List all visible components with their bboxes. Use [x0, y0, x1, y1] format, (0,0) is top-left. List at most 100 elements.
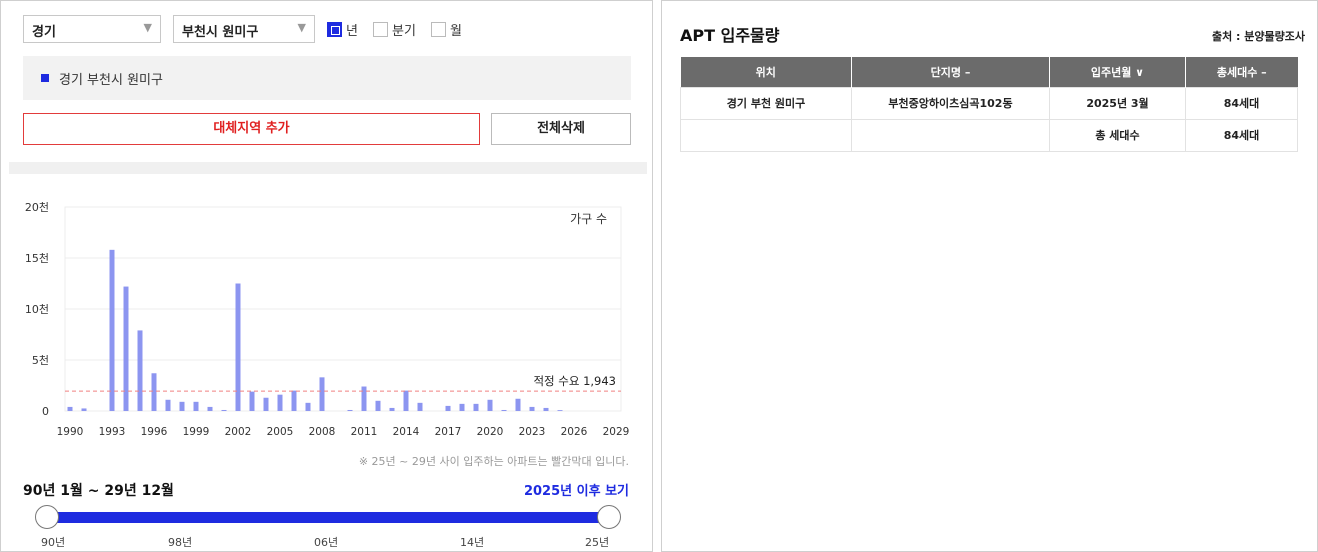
- chart-bar: [459, 403, 465, 411]
- section-divider: [9, 162, 647, 174]
- chart-bar: [375, 400, 381, 411]
- y-tick-label: 20천: [25, 200, 49, 214]
- chart-bar: [473, 403, 479, 411]
- x-tick-label: 2026: [561, 426, 588, 438]
- table-cell: 84세대: [1185, 86, 1298, 120]
- city-select-value: 부천시 원미구: [182, 25, 259, 40]
- chart-bar: [179, 401, 185, 411]
- chevron-down-icon: ▼: [143, 21, 152, 34]
- slider-start-handle[interactable]: [35, 505, 59, 529]
- table-cell: 경기 부천 원미구: [680, 86, 852, 120]
- chart-bar: [137, 330, 143, 411]
- city-select[interactable]: 부천시 원미구 ▼: [173, 15, 315, 43]
- chart-bar: [319, 377, 325, 411]
- chart-bar: [487, 399, 493, 411]
- table-cell: [851, 118, 1050, 152]
- table-cell: 총 세대수: [1049, 118, 1186, 152]
- checkbox-icon: [431, 22, 446, 37]
- x-tick-label: 2008: [309, 426, 336, 438]
- x-tick-label: 2002: [225, 426, 252, 438]
- period-year-label: 년: [346, 24, 358, 39]
- chart-bar: [123, 286, 129, 411]
- period-quarter-label: 분기: [392, 24, 416, 39]
- y-tick-label: 5천: [32, 353, 49, 367]
- app-root: 경기 ▼ 부천시 원미구 ▼ 년 분기 월 경기 부천시 원미구 대체지역 추가…: [0, 0, 1318, 552]
- x-tick-label: 1993: [99, 426, 126, 438]
- chart-bar: [193, 401, 199, 411]
- table-row: 경기 부천 원미구 부천중앙하이츠심곡102동 2025년 3월 84세대: [680, 86, 1298, 120]
- chart-bar: [389, 407, 395, 411]
- table-cell: 2025년 3월: [1049, 86, 1186, 120]
- right-panel: APT 입주물량 출처 : 분양물량조사 위치 단지명 – 입주년월 ∨ 총세대…: [661, 0, 1318, 552]
- add-region-button[interactable]: 대체지역 추가: [23, 113, 480, 145]
- chart-bar: [263, 397, 269, 411]
- x-tick-label: 2029: [603, 426, 630, 438]
- x-tick-label: 1996: [141, 426, 168, 438]
- province-select[interactable]: 경기 ▼: [23, 15, 161, 43]
- chart-bar: [417, 402, 423, 411]
- series-label: 가구 수: [570, 212, 607, 226]
- panel-title: APT 입주물량: [680, 26, 780, 45]
- chart-bar: [291, 390, 297, 411]
- chevron-down-icon: ▼: [297, 21, 306, 34]
- y-tick-label: 15천: [25, 251, 49, 265]
- slider-label: 14년: [460, 536, 485, 549]
- source-label: 출처 : 분양물량조사: [1211, 30, 1305, 43]
- x-tick-label: 1999: [183, 426, 210, 438]
- period-month-label: 월: [450, 24, 462, 39]
- x-tick-label: 2017: [435, 426, 462, 438]
- chart-bar: [109, 249, 115, 411]
- chart-bar: [557, 410, 563, 411]
- period-year-checkbox[interactable]: 년: [327, 20, 358, 39]
- selected-region-box: 경기 부천시 원미구: [23, 56, 631, 100]
- table-cell: 부천중앙하이츠심곡102동: [851, 86, 1050, 120]
- column-header-units[interactable]: 총세대수 –: [1185, 57, 1298, 87]
- x-tick-label: 1990: [57, 426, 84, 438]
- chart-bar: [529, 406, 535, 411]
- chart-bar: [235, 283, 241, 411]
- checkbox-icon: [373, 22, 388, 37]
- reference-line-label: 적정 수요 1,943: [533, 374, 616, 388]
- x-tick-label: 2014: [393, 426, 420, 438]
- selected-region-label: 경기 부천시 원미구: [59, 73, 163, 88]
- chart-bar: [543, 407, 549, 411]
- left-panel: 경기 ▼ 부천시 원미구 ▼ 년 분기 월 경기 부천시 원미구 대체지역 추가…: [0, 0, 653, 552]
- column-header-location[interactable]: 위치: [680, 57, 852, 87]
- chart-bar: [67, 406, 73, 411]
- slider-end-handle[interactable]: [597, 505, 621, 529]
- apt-supply-table: 위치 단지명 – 입주년월 ∨ 총세대수 – 경기 부천 원미구 부천중앙하이츠…: [680, 57, 1298, 152]
- slider-label: 90년: [41, 536, 66, 549]
- table-cell: 84세대: [1185, 118, 1298, 152]
- table-total-row: 총 세대수 84세대: [680, 118, 1298, 152]
- table-cell: [680, 118, 852, 152]
- slider-label: 98년: [168, 536, 193, 549]
- chart-bar: [277, 394, 283, 411]
- chart-bar: [515, 398, 521, 411]
- period-month-checkbox[interactable]: 월: [431, 20, 462, 39]
- chart-bar: [165, 399, 171, 411]
- chart-bar: [361, 386, 367, 411]
- future-view-link[interactable]: 2025년 이후 보기: [524, 480, 629, 499]
- column-header-move-in[interactable]: 입주년월 ∨: [1049, 57, 1186, 87]
- chart-bar: [501, 409, 507, 411]
- slider-label: 25년: [585, 536, 610, 549]
- x-tick-label: 2020: [477, 426, 504, 438]
- chart-bar: [249, 391, 255, 411]
- delete-all-button[interactable]: 전체삭제: [491, 113, 631, 145]
- chart-bar: [81, 408, 87, 411]
- column-header-complex[interactable]: 단지명 –: [851, 57, 1050, 87]
- period-range-label: 90년 1월 ~ 29년 12월: [23, 483, 174, 499]
- chart-bar: [305, 402, 311, 411]
- y-tick-label: 10천: [25, 302, 49, 316]
- x-tick-label: 2023: [519, 426, 546, 438]
- period-quarter-checkbox[interactable]: 분기: [373, 20, 416, 39]
- checkbox-checked-icon: [327, 22, 342, 37]
- chart-note: ※ 25년 ~ 29년 사이 입주하는 아파트는 빨간막대 입니다.: [358, 455, 629, 468]
- region-color-swatch: [41, 74, 49, 82]
- x-tick-label: 2011: [351, 426, 378, 438]
- province-select-value: 경기: [32, 25, 56, 40]
- y-tick-label: 0: [42, 405, 49, 418]
- chart-bar: [221, 409, 227, 411]
- table-header-row: 위치 단지명 – 입주년월 ∨ 총세대수 –: [680, 57, 1298, 87]
- year-range-slider[interactable]: [47, 512, 609, 523]
